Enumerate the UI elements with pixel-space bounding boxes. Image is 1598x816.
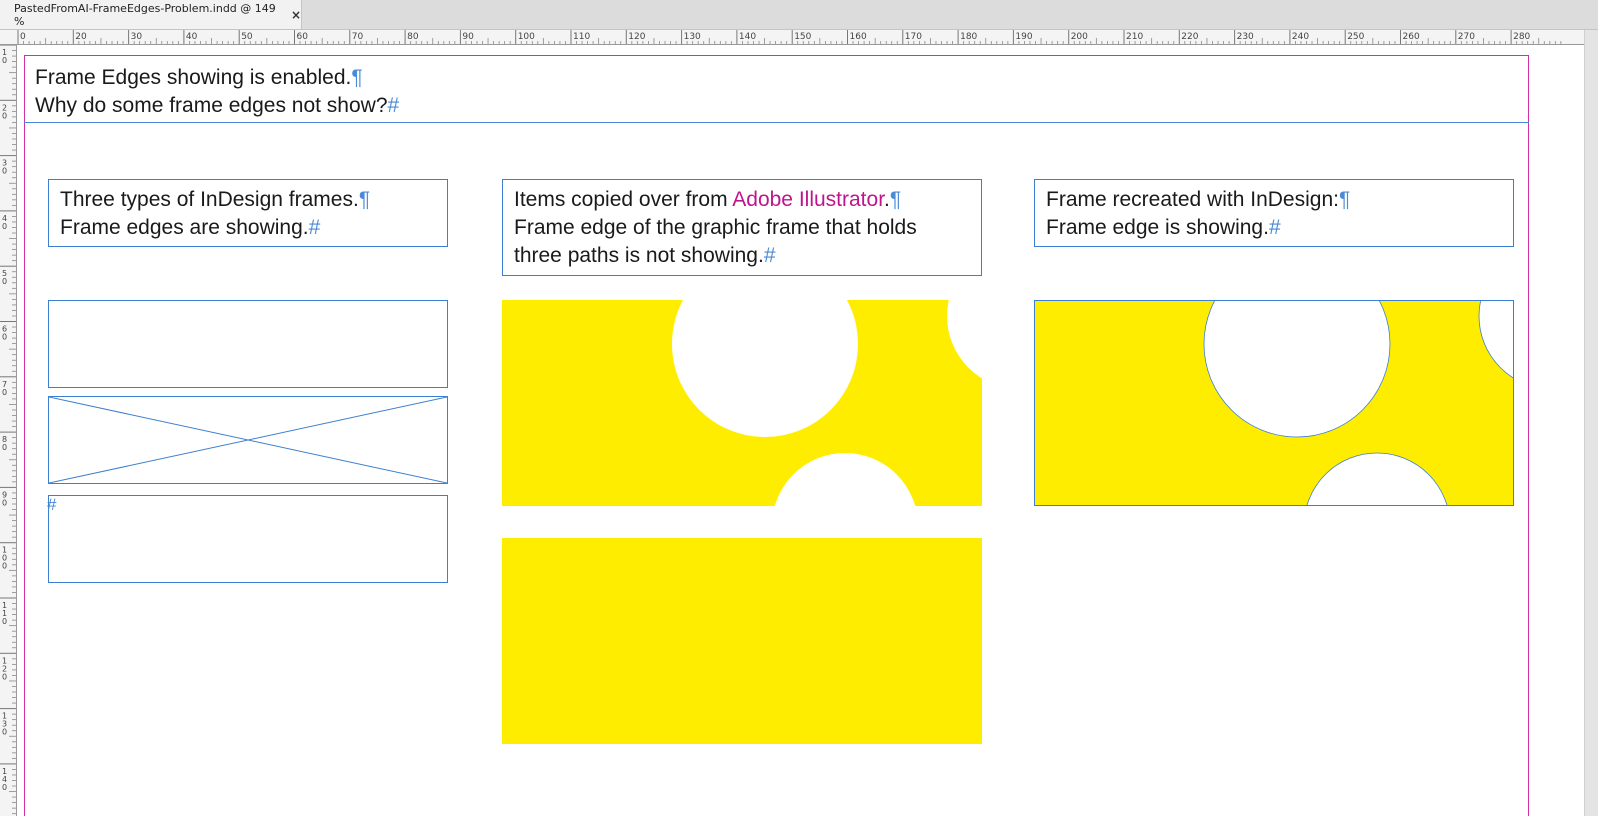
header-text-frame[interactable]: Frame Edges showing is enabled.¶ Why do …	[24, 55, 1529, 123]
middle-caption-line-2-text: Frame edge of the graphic frame that hol…	[514, 216, 917, 239]
ruler-label: 220	[1181, 32, 1198, 42]
ruler-label: 0	[2, 222, 7, 231]
ruler-label: 30	[131, 32, 143, 42]
horizontal-ruler[interactable]: 0 20 30 40 50 60 70 80 90 100 110 120 130 140 150 160 17…	[16, 30, 1584, 45]
unassigned-frame[interactable]	[48, 300, 448, 388]
ruler-label: 60	[297, 32, 309, 42]
ruler-label: 90	[462, 32, 474, 42]
pilcrow-icon: ¶	[889, 188, 902, 211]
ruler-label: 190	[1015, 32, 1032, 42]
illustrator-graphic-group[interactable]	[502, 300, 982, 506]
ruler-label: 0	[2, 167, 7, 176]
ruler-label: 140	[739, 32, 756, 42]
ruler-label: 0	[2, 672, 7, 681]
document-tab-title: PastedFromAI-FrameEdges-Problem.indd @ 1…	[14, 1, 276, 28]
ruler-label: 210	[1126, 32, 1143, 42]
ruler-label: 180	[960, 32, 977, 42]
document-tab[interactable]: PastedFromAI-FrameEdges-Problem.indd @ 1…	[0, 0, 302, 29]
empty-text-frame[interactable]: #	[47, 495, 448, 583]
vertical-scrollbar[interactable]	[1584, 30, 1598, 816]
ruler-label: 200	[1071, 32, 1088, 42]
end-of-story-icon: #	[308, 216, 321, 239]
header-line-2: Why do some frame edges not show?#	[35, 92, 1518, 120]
pilcrow-icon: ¶	[1338, 188, 1351, 211]
end-of-story-icon: #	[387, 94, 400, 117]
ruler-label: 0	[2, 498, 7, 507]
header-line-1: Frame Edges showing is enabled.¶	[35, 64, 1518, 92]
left-caption-line-1-text: Three types of InDesign frames.	[60, 188, 359, 211]
ruler-label: 160	[850, 32, 867, 42]
vertical-ruler[interactable]: 102030405060708090100110120130140	[0, 45, 17, 816]
ruler-label: 0	[20, 32, 26, 42]
ruler-label: 20	[75, 32, 87, 42]
ruler-label: 0	[2, 111, 7, 120]
left-caption-line-1: Three types of InDesign frames.¶	[60, 186, 436, 214]
document-tab-bar: PastedFromAI-FrameEdges-Problem.indd @ 1…	[0, 0, 1598, 30]
pilcrow-icon: ¶	[351, 66, 363, 89]
ruler-label: 70	[352, 32, 364, 42]
indesign-graphic-frame[interactable]	[1034, 300, 1514, 506]
ruler-label: 0	[2, 388, 7, 397]
ruler-label: 130	[684, 32, 701, 42]
ruler-label: 0	[2, 277, 7, 286]
end-of-story-icon: #	[763, 244, 776, 267]
ruler-label: 150	[794, 32, 811, 42]
ruler-label: 0	[2, 728, 7, 737]
yellow-rectangle[interactable]	[502, 538, 982, 744]
pilcrow-icon: ¶	[358, 188, 371, 211]
ruler-label: 230	[1237, 32, 1254, 42]
ruler-label: 0	[2, 56, 7, 65]
header-line-1-text: Frame Edges showing is enabled.	[35, 66, 352, 89]
yellow-cutout-path	[502, 300, 982, 506]
right-caption-line-2: Frame edge is showing.#	[1046, 214, 1502, 242]
ruler-label: 270	[1458, 32, 1475, 42]
header-line-2-text: Why do some frame edges not show?	[35, 94, 388, 117]
ruler-label: 0	[2, 562, 7, 571]
middle-caption-line-2: Frame edge of the graphic frame that hol…	[514, 214, 970, 242]
ruler-label: 100	[518, 32, 535, 42]
ruler-label: 110	[573, 32, 590, 42]
ruler-label: 170	[905, 32, 922, 42]
graphic-frame-placeholder-x-icon	[49, 397, 447, 483]
ruler-label: 280	[1513, 32, 1530, 42]
yellow-cutout-path	[1035, 301, 1513, 505]
ruler-label: 250	[1347, 32, 1364, 42]
ruler-label: 0	[2, 333, 7, 342]
end-of-story-icon: #	[47, 495, 57, 514]
ruler-label: 260	[1403, 32, 1420, 42]
left-caption-line-2-text: Frame edges are showing.	[60, 216, 309, 239]
ruler-label: 40	[186, 32, 198, 42]
middle-caption-line-1: Items copied over from Adobe Illustrator…	[514, 186, 970, 214]
right-caption-line-1: Frame recreated with InDesign:¶	[1046, 186, 1502, 214]
right-caption-line-2-text: Frame edge is showing.	[1046, 216, 1269, 239]
middle-caption-line-3-text: three paths is not showing.	[514, 244, 764, 267]
left-caption-line-2: Frame edges are showing.#	[60, 214, 436, 242]
ruler-label: 240	[1292, 32, 1309, 42]
left-caption-frame[interactable]: Three types of InDesign frames.¶ Frame e…	[48, 179, 448, 247]
ruler-label: 0	[2, 783, 7, 792]
right-caption-frame[interactable]: Frame recreated with InDesign:¶ Frame ed…	[1034, 179, 1514, 247]
graphic-frame-empty[interactable]	[48, 396, 448, 484]
right-caption-line-1-text: Frame recreated with InDesign:	[1046, 188, 1339, 211]
ruler-label: 0	[2, 617, 7, 626]
ruler-label: 120	[628, 32, 645, 42]
ruler-label: 80	[407, 32, 419, 42]
document-canvas[interactable]: Frame Edges showing is enabled.¶ Why do …	[17, 45, 1584, 816]
middle-caption-frame[interactable]: Items copied over from Adobe Illustrator…	[502, 179, 982, 276]
ruler-origin-corner[interactable]	[0, 30, 17, 45]
middle-caption-line-3: three paths is not showing.#	[514, 242, 970, 270]
end-of-story-icon: #	[1268, 216, 1281, 239]
ruler-label: 0	[2, 443, 7, 452]
adobe-illustrator-label: Adobe Illustrator	[732, 188, 885, 211]
ruler-label: 50	[241, 32, 253, 42]
close-icon[interactable]: ×	[291, 8, 301, 22]
middle-caption-line-1-text: Items copied over from	[514, 188, 733, 211]
